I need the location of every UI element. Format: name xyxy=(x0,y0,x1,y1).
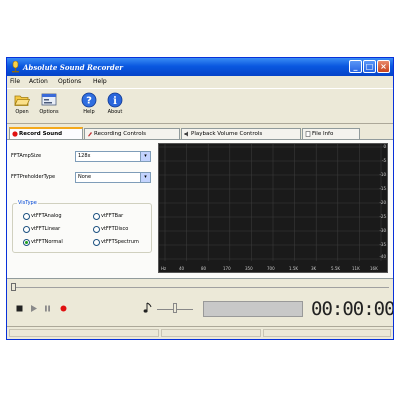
chevron-down-icon[interactable]: ▾ xyxy=(140,152,150,161)
app-icon xyxy=(12,61,19,73)
time-display: 00:00:00 xyxy=(311,298,394,320)
record-button-icon[interactable] xyxy=(59,304,68,313)
tab-file-info-label: File Info xyxy=(312,131,334,137)
fft-preholder-type-value: None xyxy=(78,174,92,180)
y-tick: -35 xyxy=(379,242,386,247)
tab-record-sound-label: Record Sound xyxy=(19,131,63,137)
fft-preholder-type-select[interactable]: None ▾ xyxy=(75,172,151,183)
y-tick: -20 xyxy=(379,200,386,205)
options-icon xyxy=(41,93,57,106)
pause-icon[interactable] xyxy=(43,304,52,313)
spectrum-display: Hz 40 80 170 350 700 1.5K 3K 5.5K 11K 16… xyxy=(158,143,388,273)
y-tick: -5 xyxy=(382,158,386,163)
options-button[interactable]: Options xyxy=(38,92,60,120)
vis-type-title: VisType xyxy=(17,200,38,206)
status-cell xyxy=(263,329,391,337)
radio-vtfftbar[interactable]: vtFFTBar xyxy=(93,213,123,220)
x-tick: 700 xyxy=(267,266,275,271)
play-icon[interactable] xyxy=(29,304,38,313)
svg-text:?: ? xyxy=(86,96,92,107)
x-tick: 80 xyxy=(201,266,207,271)
playback-volume-icon xyxy=(184,131,188,137)
y-tick: 0 xyxy=(383,144,386,149)
x-tick: Hz xyxy=(161,266,167,271)
fft-amp-size-value: 128x xyxy=(78,153,91,159)
music-note-icon xyxy=(143,302,152,313)
y-tick: -40 xyxy=(379,254,386,259)
about-icon: i xyxy=(107,92,123,108)
tab-strip: Record Sound Recording Controls Playback… xyxy=(7,127,393,140)
y-tick: -25 xyxy=(379,214,386,219)
status-bar xyxy=(7,326,393,339)
tab-file-info[interactable]: File Info xyxy=(302,128,360,139)
open-folder-icon xyxy=(14,95,30,106)
window-title: Absolute Sound Recorder xyxy=(23,63,123,72)
options-label: Options xyxy=(39,109,59,115)
chevron-down-icon[interactable]: ▾ xyxy=(140,173,150,182)
tab-recording-controls[interactable]: Recording Controls xyxy=(84,128,180,139)
menu-help[interactable]: Help xyxy=(93,78,107,85)
y-tick: -10 xyxy=(379,172,386,177)
menu-action[interactable]: Action xyxy=(29,78,48,85)
record-sound-panel: FFTAmpSize 128x ▾ FFTPreholderType None … xyxy=(7,139,393,279)
x-tick: 1.5K xyxy=(289,266,298,271)
open-label: Open xyxy=(15,109,29,115)
minimize-button[interactable]: _ xyxy=(349,60,362,73)
radio-vtfftspectrum[interactable]: vtFFTSpectrum xyxy=(93,239,139,246)
vis-type-group: VisType vtFFTAnalog vtFFTBar vtFFTLinear… xyxy=(12,200,152,253)
y-tick: -15 xyxy=(379,186,386,191)
spectrum-grid xyxy=(159,144,387,261)
x-tick: 170 xyxy=(223,266,231,271)
stop-icon[interactable] xyxy=(15,304,24,313)
level-meter xyxy=(203,301,303,317)
help-icon: ? xyxy=(81,92,97,108)
x-tick: 16K xyxy=(370,266,378,271)
menu-file[interactable]: File xyxy=(10,78,20,85)
about-button[interactable]: i About xyxy=(104,92,126,120)
main-window: Absolute Sound Recorder _ □ × File Actio… xyxy=(6,57,394,340)
x-tick: 3K xyxy=(311,266,317,271)
maximize-button[interactable]: □ xyxy=(363,60,376,73)
recording-controls-icon xyxy=(88,132,92,137)
status-cell xyxy=(161,329,261,337)
tab-playback-volume-controls[interactable]: Playback Volume Controls xyxy=(181,128,301,139)
seek-thumb[interactable] xyxy=(11,283,16,291)
fft-amp-size-label: FFTAmpSize xyxy=(11,153,42,159)
menu-options[interactable]: Options xyxy=(58,78,81,85)
x-tick: 40 xyxy=(179,266,185,271)
title-bar[interactable]: Absolute Sound Recorder _ □ × xyxy=(7,58,393,76)
radio-vtfftdisco[interactable]: vtFFTDisco xyxy=(93,226,128,233)
fft-preholder-type-label: FFTPreholderType xyxy=(11,174,56,180)
x-tick: 11K xyxy=(352,266,360,271)
radio-vtfftnormal[interactable]: vtFFTNormal xyxy=(23,239,63,246)
tab-playback-volume-controls-label: Playback Volume Controls xyxy=(191,131,263,137)
status-cell xyxy=(9,329,159,337)
seek-track[interactable] xyxy=(11,287,389,288)
seek-slider[interactable] xyxy=(11,283,389,291)
tab-recording-controls-label: Recording Controls xyxy=(94,131,147,137)
x-tick: 350 xyxy=(245,266,253,271)
about-label: About xyxy=(107,109,123,115)
open-button[interactable]: Open xyxy=(11,92,33,120)
file-info-icon xyxy=(305,131,311,137)
help-button[interactable]: ? Help xyxy=(78,92,100,120)
menu-bar: File Action Options Help xyxy=(7,77,393,87)
volume-slider-thumb[interactable] xyxy=(173,303,177,313)
help-label: Help xyxy=(83,109,95,115)
svg-text:i: i xyxy=(113,96,117,107)
y-tick: -30 xyxy=(379,228,386,233)
radio-vtfftlinear[interactable]: vtFFTLinear xyxy=(23,226,60,233)
record-icon xyxy=(12,131,18,137)
close-button[interactable]: × xyxy=(377,60,390,73)
fft-amp-size-select[interactable]: 128x ▾ xyxy=(75,151,151,162)
radio-vtfftanalog[interactable]: vtFFTAnalog xyxy=(23,213,62,220)
transport-bar: 00:00:00 xyxy=(7,293,393,325)
toolbar: Open Options ? Help i About xyxy=(7,88,393,124)
x-tick: 5.5K xyxy=(331,266,340,271)
